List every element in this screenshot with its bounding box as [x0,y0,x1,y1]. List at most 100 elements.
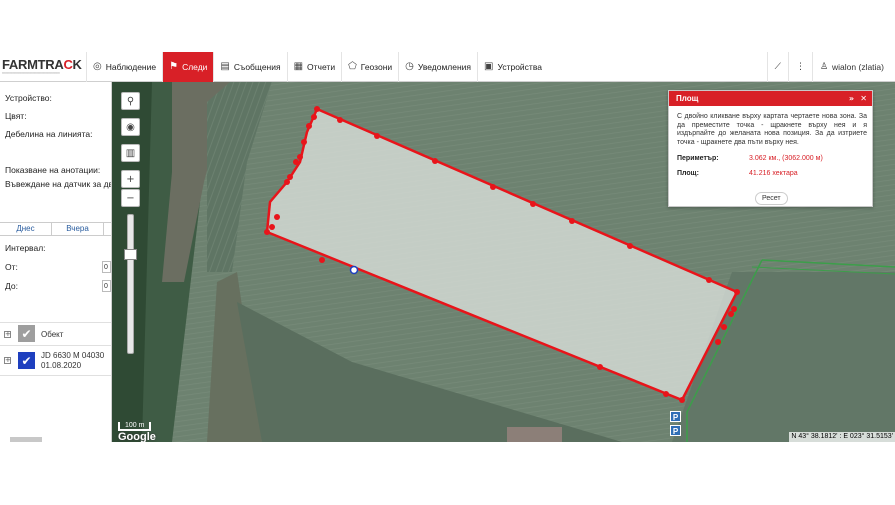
messages-icon: ▤ [220,61,230,72]
polygon-vertex-handle[interactable] [306,123,312,129]
nav-devices[interactable]: ▣ Устройства [477,51,548,82]
nav-messages[interactable]: ▤ Съобщения [213,51,286,82]
unit-checkbox[interactable]: ✔ [18,352,35,369]
area-panel-title: Площ [676,94,699,103]
nav-tracks[interactable]: ⚑ Следи [162,51,214,82]
nav-geofences[interactable]: ⬠ Геозони [341,51,398,82]
collapse-icon[interactable]: » [849,91,854,106]
polygon-vertex-handle[interactable] [597,364,603,370]
expand-icon[interactable]: + [4,357,11,364]
zoom-slider[interactable] [124,214,137,354]
check-icon: ✔ [21,353,32,368]
user-icon: ♙ [819,61,829,72]
unit-row-object[interactable]: + ✔ Обект [0,322,111,345]
eye-icon: ◉ [126,121,135,133]
polygon-vertex-handle[interactable] [734,289,740,295]
area-info-panel: Площ » ✕ С двойно кликване върху картата… [668,90,873,207]
polygon-vertex-handle[interactable] [679,397,685,403]
day-tabs: Днес Вчера [0,222,111,236]
annotations-label: Показване на анотации: [5,165,101,175]
polygon-vertex-handle[interactable] [715,339,721,345]
nav-notifications[interactable]: ◷ Уведомления [398,51,477,82]
unit-name: JD 6630 M 04030 01.08.2020 [41,351,105,370]
satellite-map[interactable]: ⚲ ◉ ▥ + − 100 m Google N 43° 38.1812' : … [112,82,895,442]
map-scale: 100 m [118,422,152,431]
more-vertical-icon: ⋮ [795,61,805,72]
expand-icon[interactable]: + [4,331,11,338]
polygon-vertex-handle[interactable] [721,324,727,330]
farmtrack-logo[interactable]: FARMTRACK ━━━━━━━━━━━━━━━━━━━━━━━━━━━━━━… [0,52,86,82]
area-panel-description: С двойно кликване върху картата чертаете… [677,113,867,146]
polygon-vertex-handle[interactable] [374,133,380,139]
polygon-vertex-handle[interactable] [319,257,325,263]
polygon-vertex-handle[interactable] [301,139,307,145]
map-icon: ▥ [125,147,136,159]
zoom-in-button[interactable]: + [121,170,140,188]
polygon-vertex-handle[interactable] [731,306,737,312]
zoom-out-button[interactable]: − [121,189,140,207]
top-navigation-bar: FARMTRACK ━━━━━━━━━━━━━━━━━━━━━━━━━━━━━━… [0,51,895,82]
unit-row-tractor[interactable]: + ✔ JD 6630 M 04030 01.08.2020 [0,345,111,375]
close-icon[interactable]: ✕ [860,91,867,106]
minus-icon: − [126,192,135,204]
perimeter-value: 3.062 км., (3062.000 м) [749,155,823,162]
tab-more[interactable] [104,223,111,235]
tracks-sidebar: Устройство: Цвят: Дебелина на линията: П… [0,82,112,442]
polygon-vertex-handle[interactable] [264,229,270,235]
polygon-vertex-handle[interactable] [311,114,317,120]
polygon-vertex-handle[interactable] [663,391,669,397]
polygon-vertex-handle[interactable] [293,159,299,165]
chart-icon: ⟋ [774,61,781,72]
device-label: Устройство: [5,93,52,103]
polygon-vertex-handle[interactable] [569,218,575,224]
tab-today[interactable]: Днес [0,223,52,235]
from-field[interactable]: 0 [102,261,111,273]
vehicle-icon: ▣ [484,61,494,72]
unit-checkbox[interactable]: ✔ [18,325,35,342]
chart-tool-button[interactable]: ⟋ [766,51,788,82]
polygon-vertex-handle[interactable] [297,154,303,160]
polygon-vertex-handle[interactable] [274,214,280,220]
tab-yesterday[interactable]: Вчера [52,223,104,235]
reset-button[interactable]: Ресет [755,192,788,205]
selected-vertex-handle[interactable] [349,265,359,275]
polygon-vertex-handle[interactable] [490,184,496,190]
search-icon: ⚲ [126,95,135,107]
to-field[interactable]: 0 [102,280,111,292]
polygon-vertex-handle[interactable] [627,243,633,249]
sidebar-scrollbar[interactable] [10,437,42,442]
parking-marker[interactable]: P [670,425,681,436]
plus-icon: + [126,173,135,185]
polygon-vertex-handle[interactable] [287,174,293,180]
map-type-button[interactable]: ▥ [121,144,140,162]
cursor-coordinates: N 43° 38.1812' : E 023° 31.5153' [789,432,895,442]
parking-marker[interactable]: P [670,411,681,422]
user-menu-button[interactable]: ♙ wialon (zlatia) [811,51,895,82]
line-width-label: Дебелина на линията: [5,129,93,139]
polygon-vertex-handle[interactable] [337,117,343,123]
color-label: Цвят: [5,111,27,121]
polygon-vertex-handle[interactable] [530,201,536,207]
interval-label: Интервал: [5,243,46,253]
map-layers-button[interactable]: ◉ [121,118,140,136]
polygon-vertex-handle[interactable] [284,179,290,185]
area-polygon[interactable] [265,107,739,402]
geofence-icon: ⬠ [348,61,357,72]
nav-monitoring[interactable]: ◎ Наблюдение [86,51,162,82]
more-menu-button[interactable]: ⋮ [787,51,812,82]
app-window: FARMTRACK ━━━━━━━━━━━━━━━━━━━━━━━━━━━━━━… [0,51,895,442]
nav-reports[interactable]: ▦ Отчети [286,51,341,82]
map-search-button[interactable]: ⚲ [121,92,140,110]
flag-icon: ⚑ [169,61,179,72]
area-panel-header: Площ » ✕ [669,91,872,106]
notifications-icon: ◷ [405,61,414,72]
polygon-vertex-handle[interactable] [314,106,320,112]
user-name: wialon (zlatia) [832,61,884,72]
polygon-vertex-handle[interactable] [269,224,275,230]
check-icon: ✔ [21,326,32,341]
polygon-vertex-handle[interactable] [432,158,438,164]
polygon-vertex-handle[interactable] [706,277,712,283]
polygon-vertex-handle[interactable] [728,311,734,317]
zoom-slider-handle[interactable] [124,249,137,260]
area-row: Площ: [677,170,699,177]
